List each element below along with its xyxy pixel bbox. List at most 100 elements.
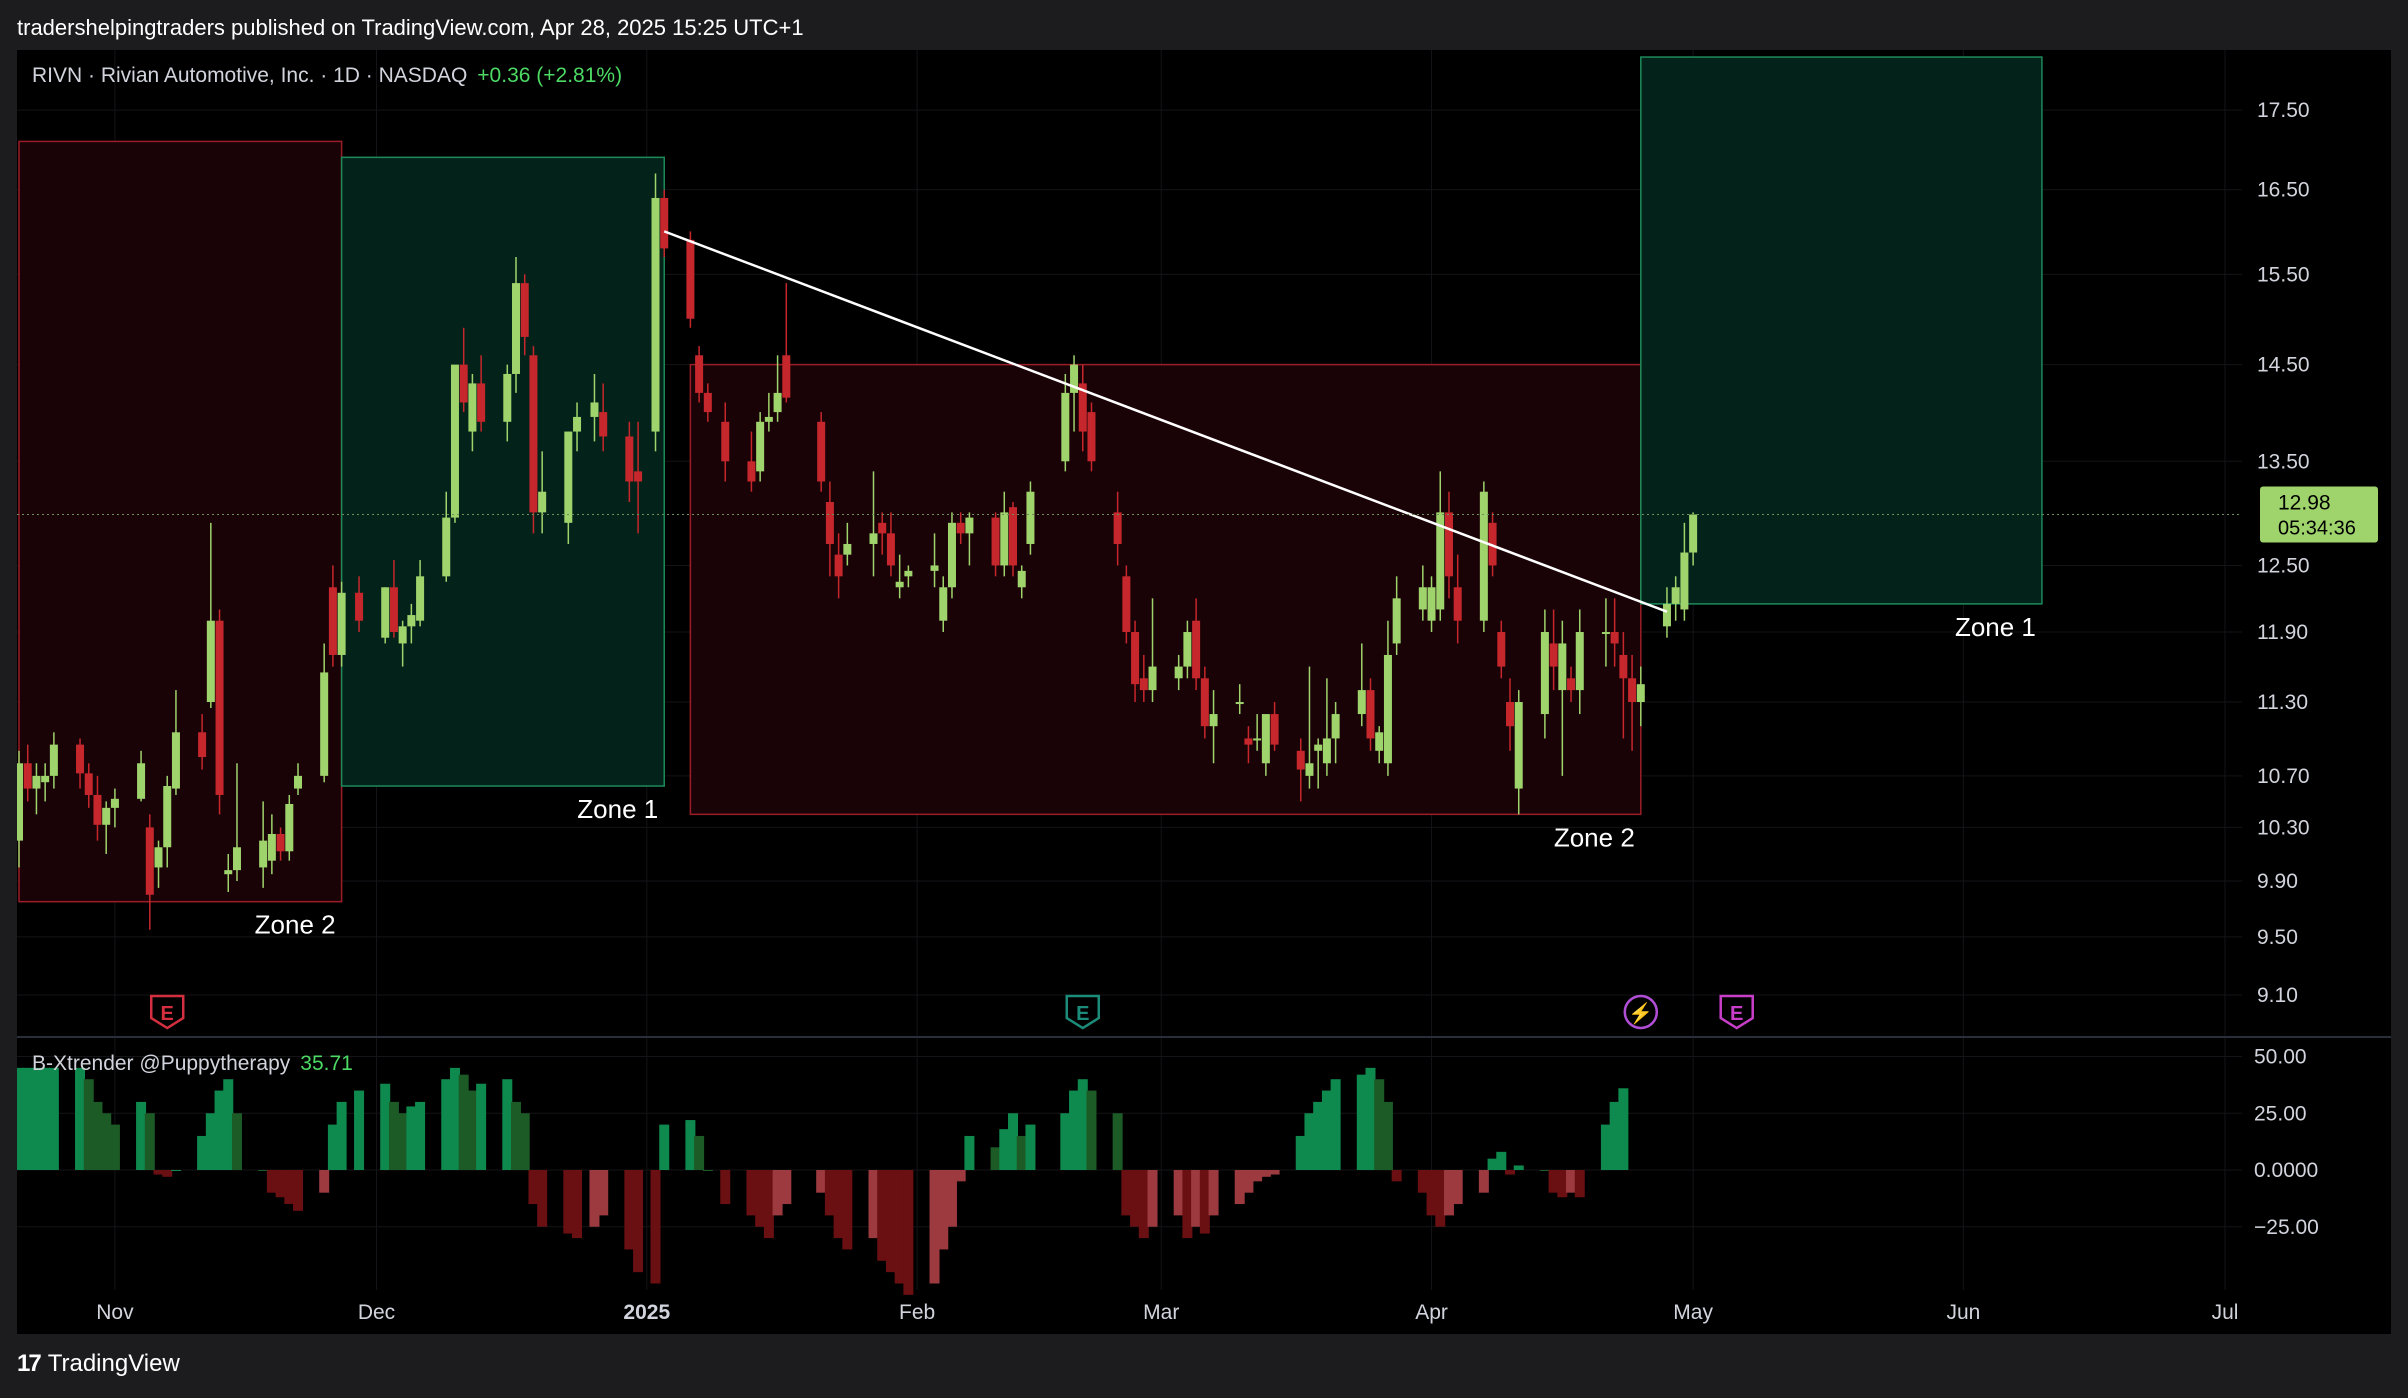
oscillator-bar — [1574, 1170, 1585, 1198]
candle-body — [1506, 702, 1515, 727]
oscillator-axis[interactable]: 50.00 25.00 0.0000 −25.00 — [2254, 1046, 2319, 1239]
osc-tick-label: 0.0000 — [2254, 1159, 2318, 1182]
oscillator-bar — [1505, 1170, 1516, 1175]
oscillator-bar — [781, 1170, 792, 1205]
oscillator-bar — [903, 1170, 914, 1295]
candle-body — [294, 775, 303, 789]
events-layer: E E ⚡ E — [149, 994, 1754, 1030]
candle-body — [703, 392, 712, 413]
candle-body — [1383, 654, 1392, 764]
candle-body — [407, 615, 416, 627]
oscillator-bar — [162, 1170, 173, 1177]
candle-body — [1366, 690, 1375, 739]
oscillator-bar — [266, 1170, 277, 1193]
indicator-legend[interactable]: B-Xtrender @Puppytherapy 35.71 — [32, 1052, 353, 1076]
oscillator-bar — [153, 1170, 164, 1175]
oscillator-bar — [633, 1170, 644, 1273]
oscillator-bar — [397, 1113, 408, 1170]
oscillator-bar — [284, 1170, 295, 1205]
candle-body — [686, 239, 695, 319]
symbol-legend[interactable]: RIVN · Rivian Automotive, Inc. · 1D · NA… — [32, 64, 622, 88]
candle-body — [468, 383, 477, 432]
time-tick-label: Jul — [2212, 1301, 2239, 1324]
candle-body — [1174, 666, 1183, 679]
candle-body — [102, 807, 111, 825]
oscillator-bar — [1008, 1113, 1019, 1170]
candle-body — [991, 517, 1000, 566]
price-change: +0.36 (+2.81%) — [477, 64, 623, 87]
oscillator-bar — [231, 1113, 242, 1170]
oscillator-bar — [1600, 1124, 1611, 1170]
oscillator-bar — [1191, 1170, 1202, 1227]
oscillator-bar — [772, 1170, 783, 1216]
time-tick-label: Mar — [1143, 1301, 1179, 1324]
time-axis[interactable]: Nov Dec 2025 Feb Mar Apr May Jun Jul — [96, 1301, 2238, 1324]
price-tick-label: 12.50 — [2257, 554, 2310, 577]
oscillator-bar — [1234, 1170, 1245, 1205]
oscillator-bar — [1121, 1170, 1132, 1216]
oscillator-bar — [694, 1135, 705, 1170]
candle-body — [198, 732, 207, 758]
oscillator-bar — [415, 1101, 426, 1170]
candle-body — [1514, 702, 1523, 789]
oscillator-bar — [92, 1101, 103, 1170]
candle-body — [782, 355, 791, 398]
candle-body — [1244, 738, 1253, 745]
candle-body — [110, 798, 119, 808]
candle-body — [215, 620, 224, 795]
tradingview-logo[interactable]: 17 TradingView — [17, 1350, 180, 1378]
time-tick-label: 2025 — [623, 1301, 670, 1324]
candle-body — [1497, 632, 1506, 667]
candle-body — [1444, 512, 1453, 577]
candle-body — [1689, 514, 1698, 553]
oscillator-bar — [894, 1170, 905, 1284]
candle-body — [1357, 690, 1366, 715]
oscillator-bar — [327, 1124, 338, 1170]
oscillator-bar — [1112, 1113, 1123, 1170]
chart-frame[interactable]: Zone 2 Zone 1 Zone 2 Zone 1 E E ⚡ E 17.50 16.50… — [17, 50, 2391, 1334]
oscillator-bar — [275, 1170, 286, 1198]
osc-tick-label: −25.00 — [2254, 1216, 2319, 1239]
indicator-name: B-Xtrender @Puppytherapy — [32, 1052, 291, 1075]
candle-body — [93, 794, 102, 825]
oscillator-bar — [755, 1170, 766, 1227]
candle-body — [1418, 587, 1427, 610]
publish-text: tradershelpingtraders published on Tradi… — [17, 15, 804, 40]
candle-body — [1331, 714, 1340, 739]
oscillator-bar — [1182, 1170, 1193, 1239]
oscillator-bar — [1557, 1170, 1568, 1198]
price-axis[interactable]: 17.50 16.50 15.50 14.50 13.50 12.50 11.90 11.30… — [2257, 99, 2310, 1007]
zone-label: Zone 1 — [577, 794, 658, 824]
candle-body — [965, 517, 974, 534]
indicator-value: 35.71 — [300, 1052, 353, 1075]
candle-body — [1636, 684, 1645, 703]
oscillator-bar — [223, 1079, 234, 1170]
oscillator-bar — [685, 1120, 696, 1170]
event-label: E — [1076, 1003, 1089, 1025]
candle-body — [41, 775, 50, 783]
oscillator-bar — [40, 1067, 51, 1170]
oscillator-bar — [1269, 1170, 1280, 1175]
candle-body — [843, 543, 852, 555]
candle-body — [895, 581, 904, 588]
candle-body — [939, 587, 948, 621]
oscillator-bar — [336, 1101, 347, 1170]
candle-body — [721, 421, 730, 462]
candle-body — [1139, 678, 1148, 691]
candle-body — [1270, 714, 1279, 745]
chart-canvas[interactable]: Zone 2 Zone 1 Zone 2 Zone 1 E E ⚡ E 17.50 16.50… — [17, 50, 2391, 1334]
candle-body — [1148, 666, 1157, 691]
price-tick-label: 16.50 — [2257, 179, 2310, 202]
candle-body — [1305, 763, 1314, 776]
oscillator-bar — [449, 1067, 460, 1170]
candle-body — [137, 763, 146, 799]
oscillator-bar — [1025, 1124, 1036, 1170]
oscillator-bar — [1382, 1101, 1393, 1170]
oscillator-bar — [990, 1147, 1001, 1170]
oscillator-bar — [441, 1079, 452, 1170]
oscillator-bar — [528, 1170, 539, 1205]
candle-body — [1235, 702, 1244, 705]
oscillator-bar — [101, 1113, 112, 1170]
candle-body — [320, 672, 329, 776]
oscillator-bar — [319, 1170, 330, 1193]
